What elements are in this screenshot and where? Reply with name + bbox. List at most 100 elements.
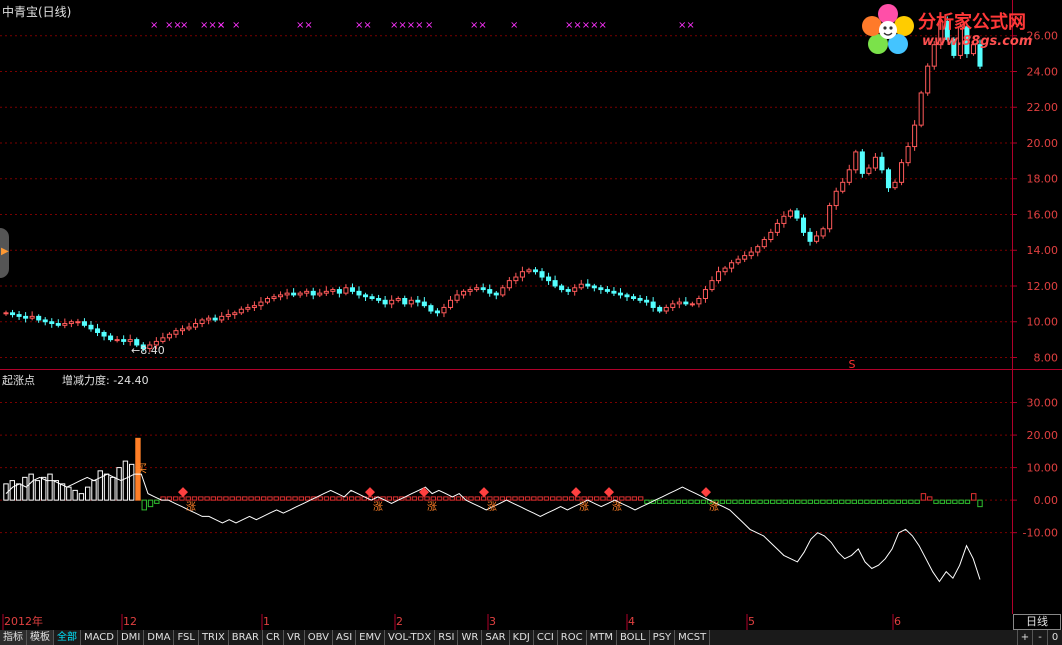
price-tick-label: 10.00	[1027, 316, 1059, 329]
indicator-bar	[84, 486, 91, 501]
indicator-bar	[216, 496, 223, 501]
candle-body	[859, 151, 865, 174]
tab-vr[interactable]: VR	[284, 630, 305, 645]
indicator-bar	[845, 499, 851, 504]
indicator-bar	[637, 496, 644, 501]
candle-body	[487, 289, 493, 294]
indicator-bar	[807, 499, 814, 504]
indicator-bar	[763, 499, 770, 504]
candle-body	[722, 267, 728, 273]
chart-stage[interactable]: 8.00 10.00 12.00 14.00 16.00 18.00 20.00 22.00 2…	[0, 0, 1062, 645]
price-chart[interactable]: 8.00 10.00 12.00 14.00 16.00 18.00 20.00 22.00 2…	[0, 0, 1062, 370]
tab-fsl[interactable]: FSL	[174, 630, 199, 645]
tab-sar[interactable]: SAR	[482, 630, 510, 645]
candle-body	[853, 151, 859, 171]
candle-body	[389, 299, 395, 305]
candle-body	[474, 287, 480, 291]
indicator-bar	[889, 499, 895, 504]
indicator-bar	[531, 496, 537, 501]
indicator-bar	[870, 499, 876, 504]
tab-cr[interactable]: CR	[263, 630, 284, 645]
indicator-bar	[41, 476, 47, 501]
tab-macd[interactable]: MACD	[81, 630, 118, 645]
candle-body	[284, 292, 290, 296]
reset-zoom-button[interactable]: 0	[1047, 630, 1062, 645]
indicator-bar	[826, 499, 832, 504]
candle-body	[513, 276, 519, 282]
indicator-bar	[499, 496, 506, 501]
candle-body	[925, 65, 931, 94]
tab-dmi[interactable]: DMI	[118, 630, 145, 645]
indicator-bar	[304, 496, 311, 501]
indicator-bar	[518, 496, 524, 501]
candle-body	[408, 299, 414, 305]
candle-body	[872, 156, 878, 169]
indicator-bar	[832, 499, 839, 504]
tab-mtm[interactable]: MTM	[587, 630, 617, 645]
candle-body	[114, 339, 120, 342]
period-label[interactable]: 日线	[1013, 614, 1061, 630]
indicator-bar	[776, 499, 782, 504]
indicator-tick-label: 20.00	[1027, 429, 1059, 442]
candle-body	[657, 306, 663, 312]
indicator-bar	[725, 499, 732, 504]
tab-obv[interactable]: OBV	[305, 630, 333, 645]
tab-brar[interactable]: BRAR	[229, 630, 263, 645]
indicator-bar	[392, 496, 399, 501]
candle-body	[840, 181, 846, 192]
candle-body	[552, 280, 558, 287]
indicator-bar	[864, 499, 870, 504]
candle-body	[49, 321, 55, 325]
tab-template[interactable]: 模板	[27, 630, 54, 645]
left-panel-handle[interactable]: ▶	[0, 228, 9, 278]
candle-body	[369, 296, 375, 300]
candle-body	[879, 156, 885, 171]
tab-rsi[interactable]: RSI	[435, 630, 459, 645]
candle-body	[467, 289, 473, 292]
indicator-bar	[568, 496, 575, 501]
indicator-bar	[223, 496, 229, 501]
indicator-chart[interactable]: -10.00 0.00 10.00 20.00 30.00 涨 涨 涨 涨 涨 涨 涨	[0, 370, 1062, 614]
candle-body	[800, 217, 807, 233]
tab-emv[interactable]: EMV	[356, 630, 385, 645]
tab-wr[interactable]: WR	[458, 630, 483, 645]
candle-body	[310, 290, 316, 296]
tab-boll[interactable]: BOLL	[617, 630, 650, 645]
tab-vol-tdx[interactable]: VOL-TDX	[385, 630, 436, 645]
tab-roc[interactable]: ROC	[558, 630, 587, 645]
logo-url: www.88gs.com	[922, 34, 1033, 49]
zoom-out-button[interactable]: -	[1032, 630, 1047, 645]
indicator-bar	[700, 499, 707, 504]
candle-body	[225, 314, 231, 317]
indicator-bar	[851, 499, 858, 504]
date-label: 6	[894, 615, 901, 628]
indicator-bar	[612, 496, 619, 501]
rise-marker-label: 涨	[186, 501, 196, 513]
indicator-bar	[34, 480, 41, 501]
tab-kdj[interactable]: KDJ	[510, 630, 534, 645]
tab-indicator[interactable]: 指标	[0, 630, 27, 645]
tab-psy[interactable]: PSY	[650, 630, 676, 645]
tab-dma[interactable]: DMA	[144, 630, 175, 645]
candle-body	[781, 215, 787, 224]
candle-body	[591, 285, 597, 289]
zoom-in-button[interactable]: +	[1017, 630, 1032, 645]
tab-trix[interactable]: TRIX	[199, 630, 229, 645]
indicator-bar	[468, 496, 474, 501]
tab-asi[interactable]: ASI	[333, 630, 357, 645]
indicator-bar	[122, 460, 129, 501]
indicator-bar	[455, 496, 462, 501]
indicator-bar	[91, 480, 97, 501]
candle-body	[709, 280, 715, 291]
s-signal-mark: S	[849, 358, 856, 370]
candle-body	[108, 335, 114, 341]
candle-body	[23, 315, 29, 319]
candle-body	[291, 292, 297, 296]
price-tick-label: 18.00	[1027, 173, 1059, 186]
candle-body	[94, 328, 101, 333]
candle-body	[343, 287, 349, 294]
tab-all[interactable]: 全部	[54, 630, 81, 645]
indicator-bar	[757, 499, 763, 504]
tab-cci[interactable]: CCI	[534, 630, 558, 645]
tab-mcst[interactable]: MCST	[675, 630, 711, 645]
